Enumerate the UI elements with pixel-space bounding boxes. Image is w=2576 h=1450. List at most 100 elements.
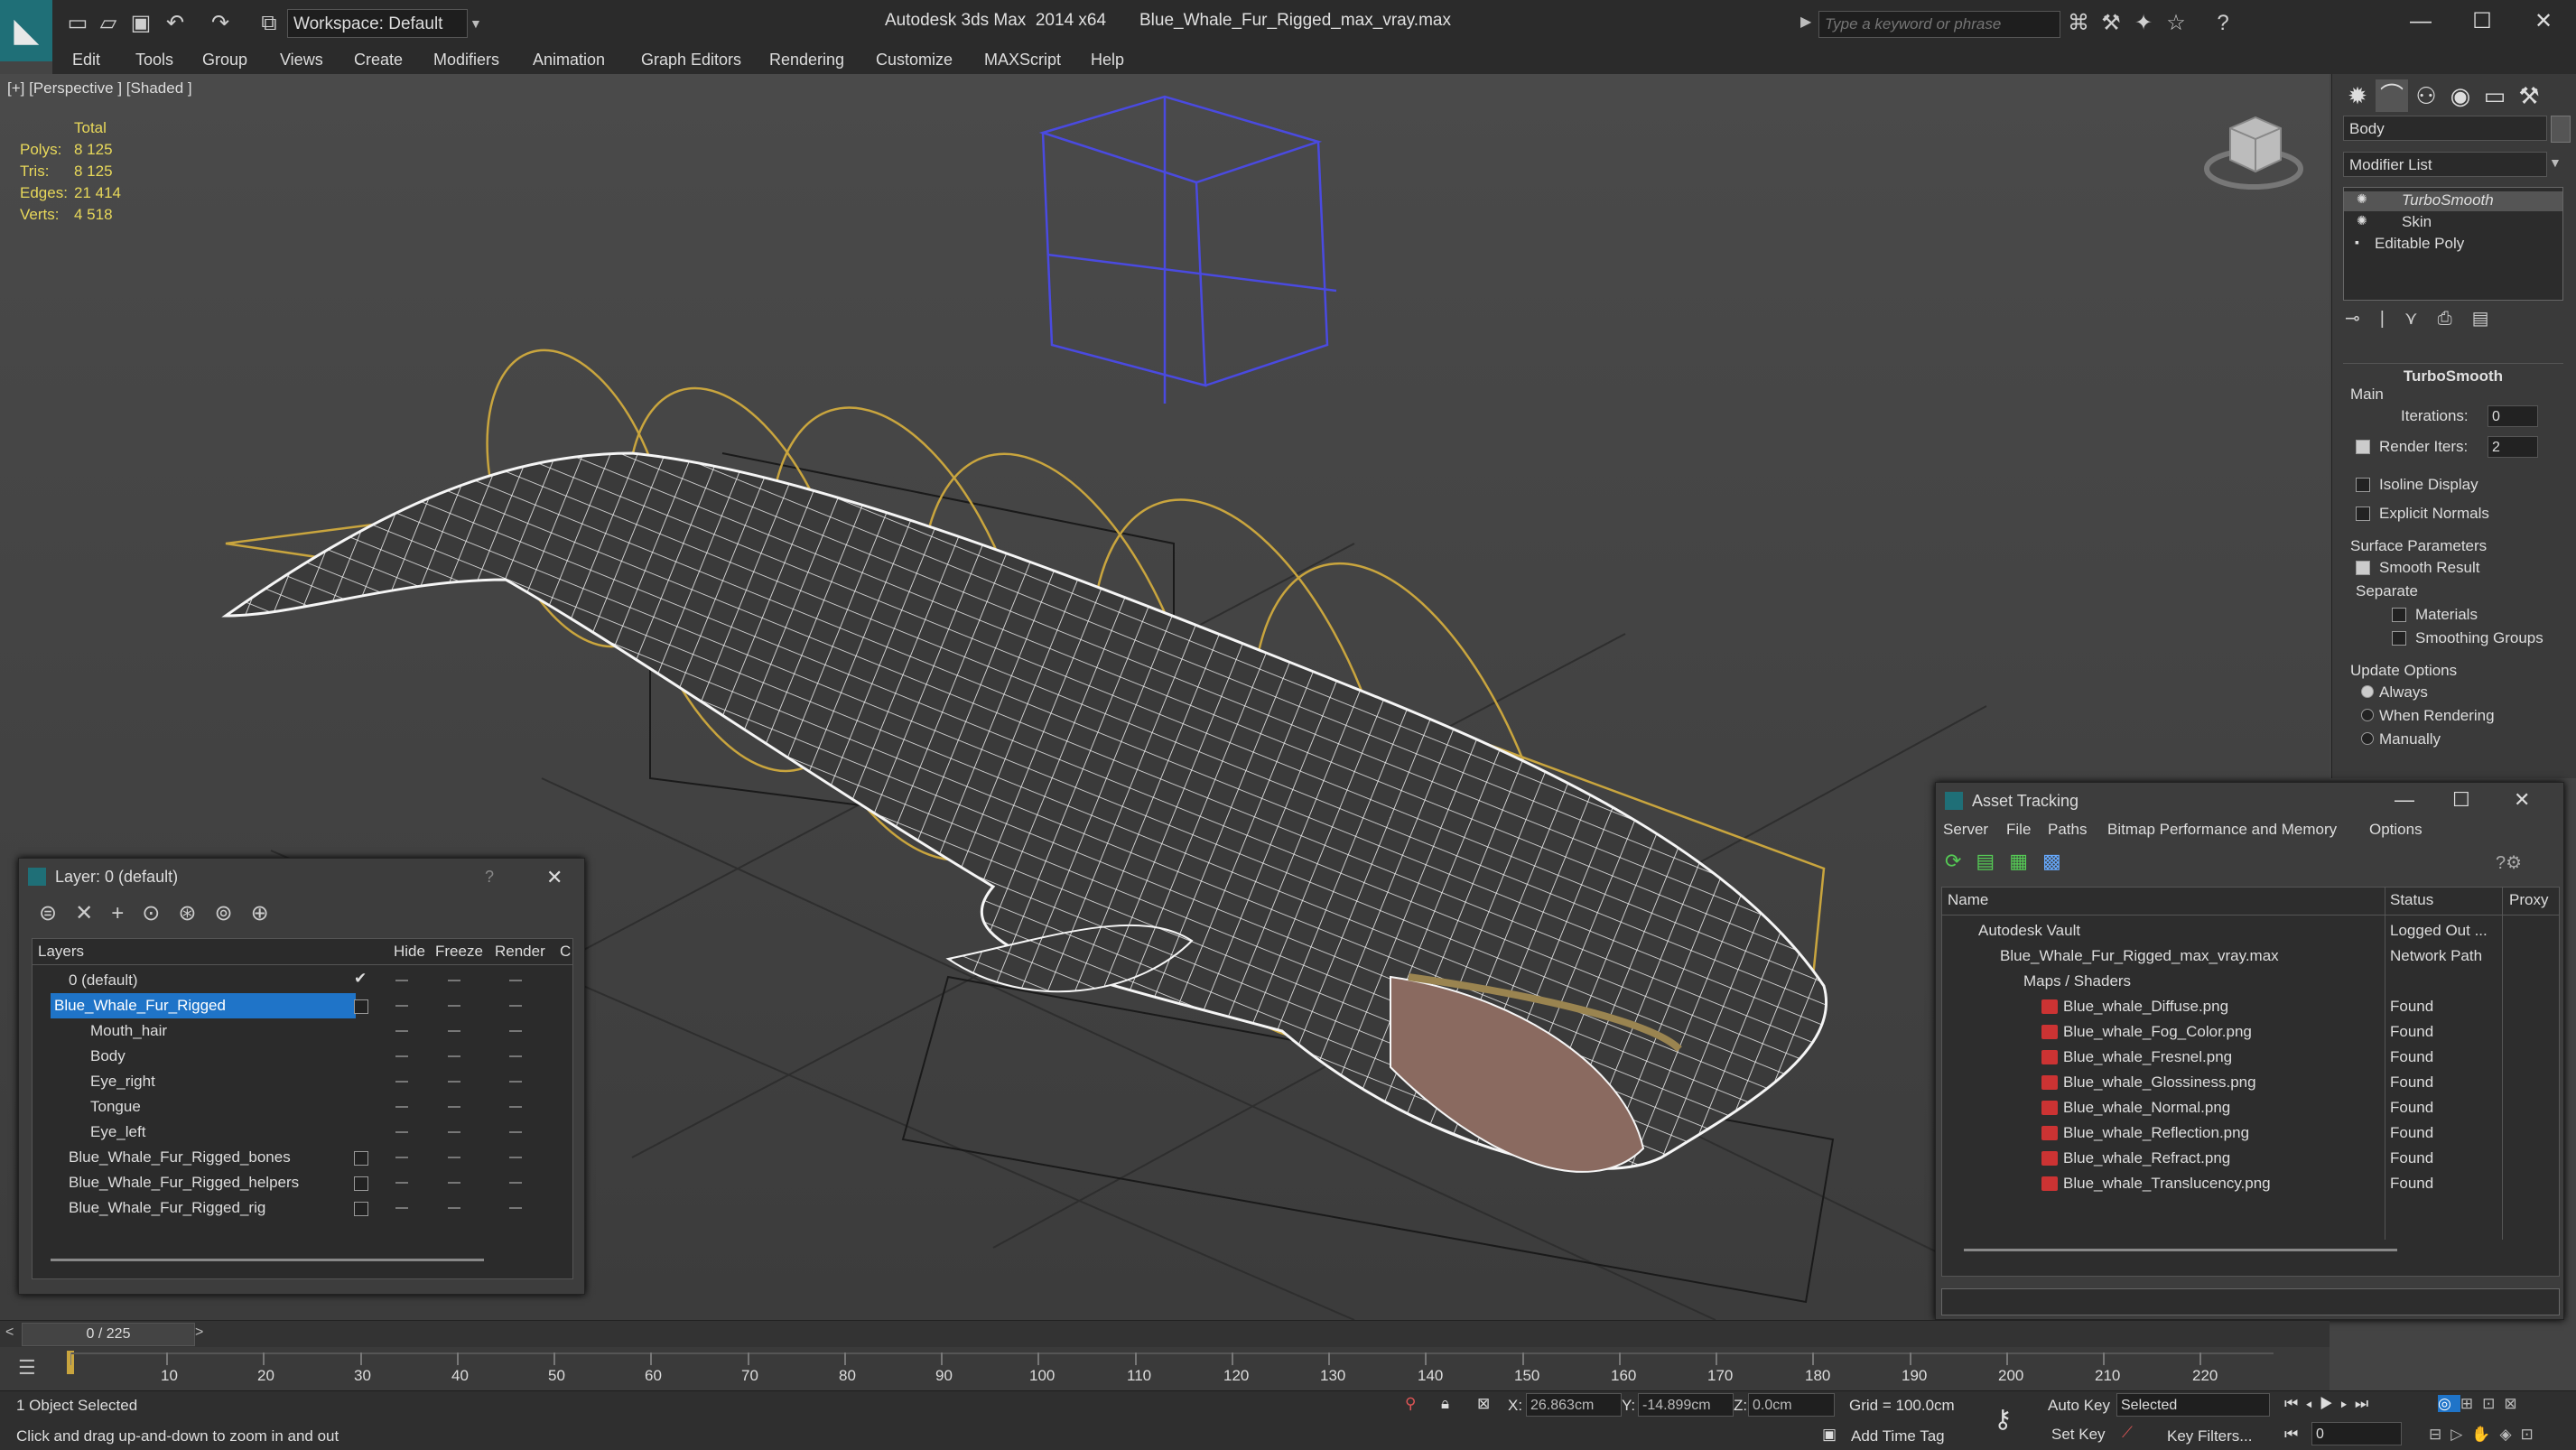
layer-row[interactable]: Eye_right <box>33 1069 572 1094</box>
smoothing-groups-checkbox[interactable] <box>2392 631 2406 646</box>
stack-item-turbosmooth[interactable]: TurboSmooth <box>2402 191 2494 209</box>
materials-checkbox[interactable] <box>2392 608 2406 622</box>
lock-icon[interactable]: 🔒︎ <box>1441 1395 1449 1413</box>
object-name-field[interactable]: Body <box>2343 116 2547 141</box>
menu-tools[interactable]: Tools <box>135 51 173 70</box>
asset-row[interactable]: Blue_whale_Reflection.png Found <box>1942 1120 2559 1146</box>
asset-row[interactable]: Blue_whale_Glossiness.png Found <box>1942 1070 2559 1095</box>
lightbulb-icon[interactable]: ✺ <box>2357 213 2367 228</box>
active-layer-checkbox[interactable] <box>354 999 368 1014</box>
viewport-nav-controls-2[interactable]: ⊟▷✋◈⊡ <box>2429 1426 2543 1444</box>
layer-row[interactable]: Blue_Whale_Fur_Rigged_helpers <box>33 1170 572 1195</box>
transform-mode-icon[interactable]: ⊠ <box>1477 1395 1490 1413</box>
motion-tab-icon[interactable]: ◉ <box>2444 79 2477 112</box>
track-bar[interactable]: ☰ 10 20 30 40 50 60 70 80 90 100 110 120… <box>0 1347 2330 1390</box>
save-icon[interactable]: ▣ <box>128 11 153 36</box>
col-freeze[interactable]: Freeze <box>435 943 483 961</box>
iterations-spinner[interactable]: 0 <box>2488 405 2538 427</box>
chevron-down-icon[interactable]: ▼ <box>470 9 488 38</box>
manually-radio[interactable] <box>2361 732 2374 745</box>
redo-icon[interactable]: ↷ <box>208 11 233 36</box>
key-filters-button[interactable]: Key Filters... <box>2167 1427 2252 1445</box>
selection-set-dropdown[interactable]: Selected <box>2116 1393 2270 1417</box>
new-file-icon[interactable]: ▭ <box>65 11 90 36</box>
menu-edit[interactable]: Edit <box>72 51 100 70</box>
binoculars-icon[interactable]: ⌘ <box>2066 11 2091 36</box>
set-keys-icon[interactable]: ⟋ <box>2122 1424 2133 1442</box>
layer-row[interactable]: Blue_Whale_Fur_Rigged_rig <box>33 1195 572 1221</box>
expand-icon[interactable]: ▪ <box>2355 235 2359 249</box>
time-slider[interactable]: < 0 / 225 > <box>0 1320 2330 1348</box>
search-expand-icon[interactable]: ▶ <box>1800 13 1811 31</box>
object-color-swatch[interactable] <box>2551 116 2571 143</box>
help-button[interactable]: ? <box>485 868 494 887</box>
menu-paths[interactable]: Paths <box>2048 821 2087 839</box>
when-rendering-radio[interactable] <box>2361 709 2374 721</box>
x-coordinate-field[interactable]: 26.863cm <box>1526 1393 1622 1417</box>
favorites-star-icon[interactable]: ☆ <box>2163 11 2189 36</box>
layer-row[interactable]: Blue_Whale_Fur_Rigged_bones <box>33 1145 572 1170</box>
menu-file[interactable]: File <box>2006 821 2031 839</box>
modifier-list-dropdown[interactable]: Modifier List <box>2343 152 2547 177</box>
horizontal-scrollbar[interactable] <box>51 1259 484 1261</box>
open-file-icon[interactable]: ▱ <box>96 11 121 36</box>
render-iters-checkbox[interactable] <box>2356 440 2370 454</box>
pin-icon[interactable]: ⚲ <box>1405 1395 1416 1413</box>
layer-row[interactable]: Tongue <box>33 1094 572 1120</box>
menu-modifiers[interactable]: Modifiers <box>433 51 499 70</box>
asset-path-field[interactable] <box>1941 1288 2560 1315</box>
helper-cube[interactable] <box>1038 95 1337 404</box>
render-iters-spinner[interactable]: 2 <box>2488 436 2538 458</box>
playback-controls[interactable]: ⏮◂▶▸⏭ <box>2284 1395 2376 1413</box>
col-layers[interactable]: Layers <box>38 943 84 961</box>
asset-row[interactable]: Blue_whale_Normal.png Found <box>1942 1095 2559 1120</box>
stack-tools[interactable]: ⊸|⋎⎙▤ <box>2345 307 2562 334</box>
mini-curve-editor-icon[interactable]: ☰ <box>18 1356 36 1380</box>
asset-toolbar[interactable]: ⟳▤▦▩ <box>1945 850 2076 873</box>
layer-row[interactable]: Mouth_hair <box>33 1018 572 1044</box>
lightbulb-icon[interactable]: ✺ <box>2357 191 2367 207</box>
asset-row[interactable]: Autodesk Vault Logged Out ... <box>1942 918 2559 943</box>
asset-row[interactable]: Blue_Whale_Fur_Rigged_max_vray.max Networ… <box>1942 943 2559 969</box>
help-icon[interactable]: ?⚙ <box>2496 851 2522 874</box>
current-frame-field[interactable]: 0 <box>2311 1422 2402 1445</box>
stack-item-skin[interactable]: Skin <box>2402 213 2432 231</box>
col-c[interactable]: C <box>560 943 571 961</box>
explicit-normals-checkbox[interactable] <box>2356 507 2370 521</box>
layer-row[interactable]: Body <box>33 1044 572 1069</box>
add-time-tag[interactable]: Add Time Tag <box>1851 1427 1945 1445</box>
prev-frame-icon[interactable]: < <box>5 1325 14 1341</box>
subscription-icon[interactable]: ⚒ <box>2098 11 2124 36</box>
smooth-result-checkbox[interactable] <box>2356 561 2370 575</box>
layer-row[interactable]: Eye_left <box>33 1120 572 1145</box>
active-layer-checkbox[interactable] <box>354 1202 368 1216</box>
menu-group[interactable]: Group <box>202 51 247 70</box>
isoline-checkbox[interactable] <box>2356 478 2370 492</box>
horizontal-scrollbar[interactable] <box>1964 1249 2397 1251</box>
viewport-label[interactable]: [+] [Perspective ] [Shaded ] <box>7 79 192 98</box>
menu-views[interactable]: Views <box>280 51 323 70</box>
close-icon[interactable]: ✕ <box>546 866 563 889</box>
menu-maxscript[interactable]: MAXScript <box>984 51 1061 70</box>
view-cube-icon[interactable] <box>2204 116 2303 190</box>
maximize-icon[interactable]: ☐ <box>2460 5 2505 38</box>
project-folder-icon[interactable]: ⧉ <box>256 11 282 36</box>
active-layer-checkbox[interactable] <box>354 1151 368 1166</box>
menu-customize[interactable]: Customize <box>876 51 953 70</box>
menu-server[interactable]: Server <box>1943 821 1988 839</box>
col-proxy[interactable]: Proxy <box>2509 891 2548 909</box>
create-tab-icon[interactable]: ✹ <box>2341 79 2374 112</box>
next-frame-icon[interactable]: > <box>195 1325 203 1341</box>
menu-graph-editors[interactable]: Graph Editors <box>641 51 741 70</box>
asset-row[interactable]: Maps / Shaders <box>1942 969 2559 994</box>
layer-row[interactable]: Blue_Whale_Fur_Rigged <box>33 993 572 1018</box>
menu-animation[interactable]: Animation <box>533 51 605 70</box>
modify-tab-icon[interactable]: ⌒ <box>2376 79 2408 112</box>
asset-row[interactable]: Blue_whale_Diffuse.png Found <box>1942 994 2559 1019</box>
search-input[interactable] <box>1818 11 2060 38</box>
minimize-icon[interactable]: — <box>2398 5 2443 38</box>
app-logo-icon[interactable]: ◣ <box>0 0 52 61</box>
help-icon[interactable]: ? <box>2210 11 2236 36</box>
key-icon[interactable]: ⚷ <box>1994 1404 2013 1434</box>
hierarchy-tab-icon[interactable]: ⚇ <box>2410 79 2442 112</box>
